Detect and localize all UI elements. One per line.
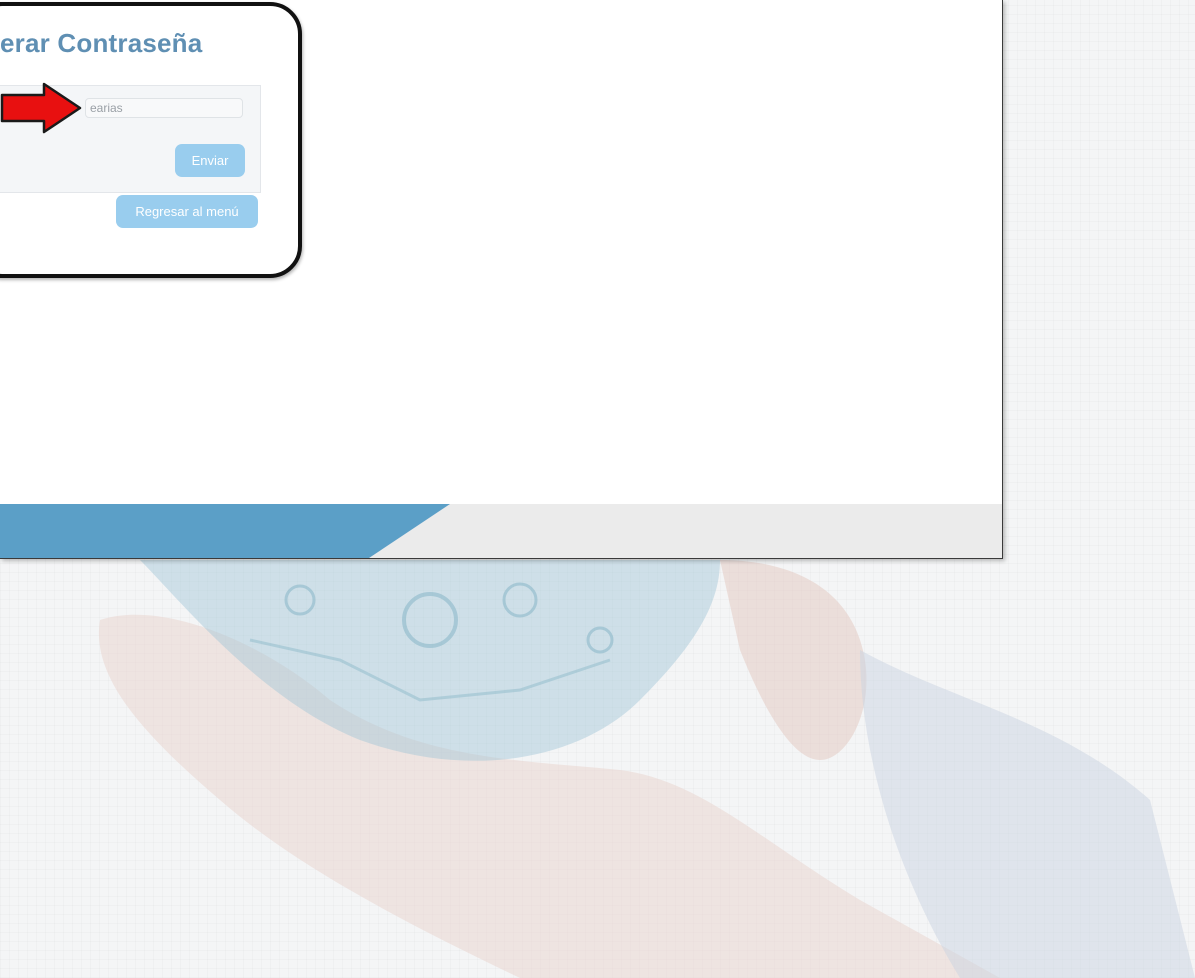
username-input[interactable] [85,98,243,118]
page-title: erar Contraseña [0,28,203,58]
send-button[interactable]: Enviar [175,144,245,177]
back-to-menu-button[interactable]: Regresar al menú [116,195,258,228]
red-arrow-icon [0,82,82,134]
